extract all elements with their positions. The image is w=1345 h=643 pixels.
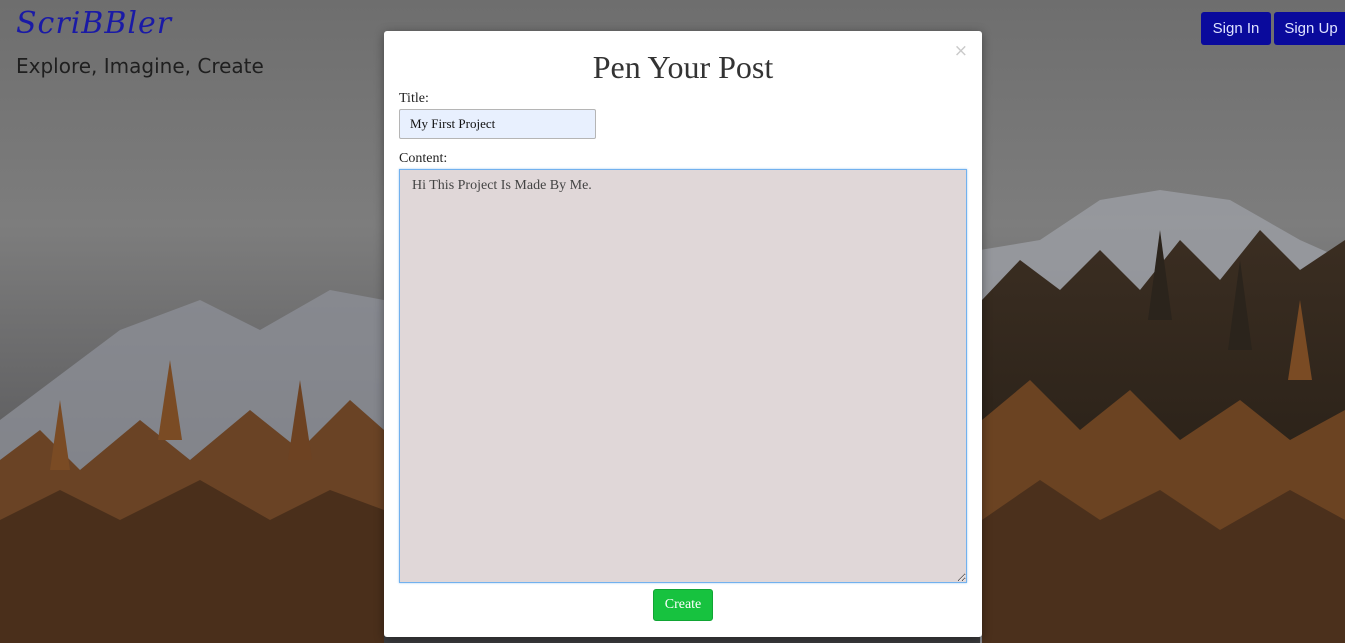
content-textarea[interactable]: Hi This Project Is Made By Me.: [399, 169, 967, 583]
create-button[interactable]: Create: [653, 589, 713, 621]
sign-up-button[interactable]: Sign Up: [1274, 12, 1345, 45]
title-label: Title:: [399, 91, 429, 106]
brand-tagline: Explore, Imagine, Create: [16, 54, 264, 78]
content-label: Content:: [399, 151, 448, 166]
title-input[interactable]: [399, 109, 596, 139]
modal-title: Pen Your Post: [592, 49, 774, 85]
brand-logo[interactable]: ScriBBler: [16, 6, 172, 41]
create-post-modal: × Pen Your Post Title: Content: Hi This …: [384, 31, 982, 637]
sign-in-button[interactable]: Sign In: [1201, 12, 1271, 45]
